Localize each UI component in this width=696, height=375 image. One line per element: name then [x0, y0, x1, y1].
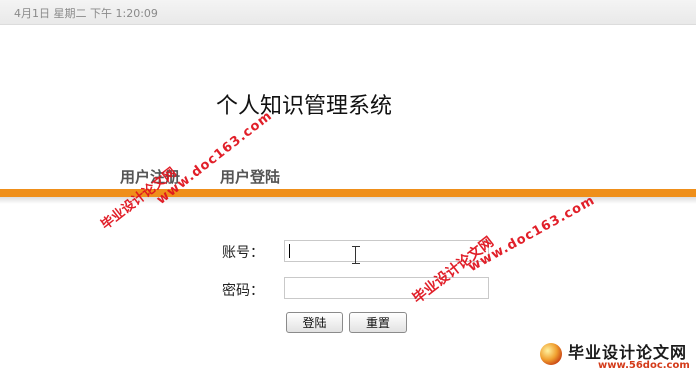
reset-button[interactable]: 重置 [349, 312, 407, 333]
password-label: 密码： [222, 283, 264, 299]
site-logo: 毕业设计论文网 www.56doc.com [540, 339, 690, 373]
ibeam-cursor-icon [352, 246, 360, 264]
datetime-text: 4月1日 星期二 下午 1:20:09 [14, 7, 158, 20]
login-button[interactable]: 登陆 [286, 312, 343, 333]
logo-sphere-icon [540, 343, 562, 365]
nav-login-link[interactable]: 用户登陆 [220, 166, 280, 187]
account-label: 账号： [222, 245, 264, 261]
logo-url: www.56doc.com [598, 360, 690, 371]
page-title: 个人知识管理系统 [216, 94, 393, 119]
text-caret [289, 244, 290, 258]
password-input[interactable] [284, 277, 489, 299]
top-status-bar: 4月1日 星期二 下午 1:20:09 [0, 0, 696, 25]
